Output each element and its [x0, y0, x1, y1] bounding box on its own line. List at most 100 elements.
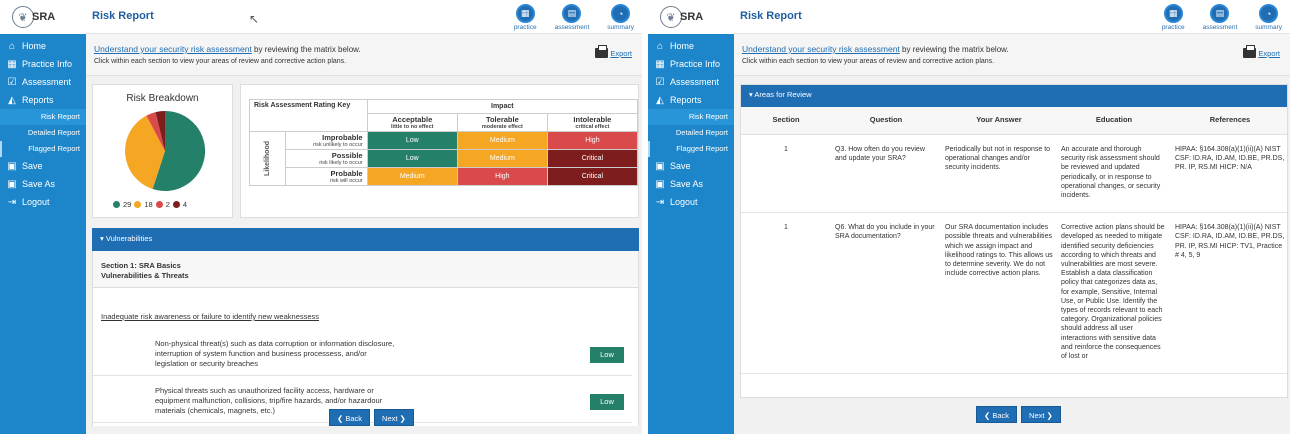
sidebar-item-home[interactable]: ⌂ Home: [648, 37, 734, 55]
left-window: ❦ SRA Risk Report ↖ ▦ practice ▤ assessm…: [0, 0, 642, 434]
top-bar: ❦ SRA Risk Report ↖ ▦ practice ▤ assessm…: [0, 0, 642, 34]
understand-assessment-link[interactable]: Understand your security risk assessment: [742, 44, 900, 54]
col-header-question: Question: [831, 107, 941, 135]
vulnerabilities-panel: Section 1: SRA Basics Vulnerabilities & …: [92, 251, 639, 426]
back-button[interactable]: ❮ Back: [976, 406, 1018, 423]
matrix-cell: High: [456, 167, 548, 186]
top-bar: ❦ SRA Risk Report ▦ practice ▤ assessmen…: [648, 0, 1290, 34]
sidebar-item-label: Practice Info: [22, 59, 73, 69]
sidebar-item-logout[interactable]: ⇥ Logout: [648, 193, 734, 211]
sidebar-item-practice-info[interactable]: ▦ Practice Info: [648, 55, 734, 73]
printer-icon: [1243, 45, 1257, 58]
col-header-education: Education: [1057, 107, 1171, 135]
sidebar-item-save[interactable]: ▣ Save: [0, 157, 86, 175]
sidebar-item-save-as[interactable]: ▣ Save As: [648, 175, 734, 193]
col-header-section: Section: [741, 107, 831, 135]
main-content: Understand your security risk assessment…: [86, 34, 642, 434]
sidebar-item-home[interactable]: ⌂ Home: [0, 37, 86, 55]
page-title: Risk Report: [740, 10, 802, 22]
nav-assessment[interactable]: ▤ assessment: [555, 4, 589, 31]
logout-icon: ⇥: [7, 196, 17, 208]
checklist-icon: ☑: [7, 76, 17, 88]
sidebar-item-reports[interactable]: ◭ Reports: [0, 91, 86, 109]
logo-box: ❦ SRA: [0, 0, 86, 34]
row-improbable: Improbable risk unlikely to occur: [285, 131, 368, 150]
building-icon: ▦: [515, 4, 535, 23]
row-possible: Possible risk likely to occur: [285, 149, 368, 168]
sidebar-item-label: Home: [670, 41, 695, 51]
sidebar-item-assessment[interactable]: ☑ Assessment: [648, 73, 734, 91]
nav-practice[interactable]: ▦ practice: [1162, 4, 1185, 31]
sra-logo[interactable]: ❦ SRA: [12, 6, 55, 28]
checklist-icon: ☑: [655, 76, 665, 88]
building-icon: ▦: [1163, 4, 1183, 23]
sidebar-item-logout[interactable]: ⇥ Logout: [0, 193, 86, 211]
vulnerability-title[interactable]: Inadequate risk awareness or failure to …: [93, 288, 638, 321]
next-button[interactable]: Next ❯: [374, 409, 414, 426]
chart-icon: ◭: [8, 94, 16, 106]
sidebar-item-label: Assessment: [22, 77, 72, 87]
sidebar-item-assessment[interactable]: ☑ Assessment: [0, 73, 86, 91]
mouse-cursor-icon: ↖: [249, 12, 260, 26]
nav-summary[interactable]: ◔ summary: [607, 4, 634, 31]
legend-dot-critical: [172, 201, 180, 208]
nav-assessment-label: assessment: [1202, 24, 1238, 31]
sidebar-item-label: Home: [22, 41, 47, 51]
sidebar-item-label: Save: [22, 161, 43, 171]
sidebar-subitem-flagged-report[interactable]: Flagged Report: [648, 141, 734, 157]
nav-practice-label: practice: [1161, 24, 1185, 31]
nav-summary-label: summary: [607, 24, 634, 31]
cell-section: 1: [741, 212, 831, 375]
logo-text: SRA: [32, 11, 56, 23]
hhs-seal-icon: ❦: [12, 6, 34, 28]
intro-line-tail: by reviewing the matrix below.: [251, 45, 361, 54]
threat-row: Non-physical threat(s) such as data corr…: [93, 329, 632, 376]
matrix-cell: Medium: [456, 149, 548, 168]
nav-assessment[interactable]: ▤ assessment: [1202, 4, 1238, 31]
table-row: 1 Q3. How often do you review and update…: [741, 134, 1287, 214]
threat-rating-button[interactable]: Low: [590, 394, 624, 410]
sidebar-item-label: Practice Info: [670, 59, 721, 69]
logout-icon: ⇥: [655, 196, 665, 208]
home-icon: ⌂: [656, 40, 664, 52]
sidebar-item-save-as[interactable]: ▣ Save As: [0, 175, 86, 193]
risk-breakdown-pie[interactable]: [93, 105, 234, 195]
col-name: Acceptable: [392, 115, 433, 124]
nav-summary[interactable]: ◔ summary: [1255, 4, 1282, 31]
impact-col-intolerable: Intolerable critical effect: [546, 113, 639, 132]
cell-question: Q6. What do you include in your SRA docu…: [831, 212, 941, 375]
sidebar-subitem-risk-report[interactable]: Risk Report: [648, 109, 734, 125]
floppy-icon: ▣: [655, 178, 665, 190]
legend-dot-medium: [134, 201, 142, 208]
nav-practice[interactable]: ▦ practice: [514, 4, 537, 31]
understand-assessment-link[interactable]: Understand your security risk assessment: [94, 44, 252, 54]
next-button[interactable]: Next ❯: [1021, 406, 1061, 423]
threat-rating-button[interactable]: Low: [590, 347, 624, 363]
sra-logo[interactable]: ❦ SRA: [660, 6, 703, 28]
page-title: Risk Report: [92, 10, 154, 22]
intro-instructions: Click within each section to view your a…: [742, 58, 995, 65]
sidebar-subitem-detailed-report[interactable]: Detailed Report: [648, 125, 734, 141]
sidebar-subitem-detailed-report[interactable]: Detailed Report: [0, 125, 86, 141]
sidebar-item-reports[interactable]: ◭ Reports: [648, 91, 734, 109]
cell-answer: Periodically but not in response to oper…: [941, 134, 1057, 214]
floppy-icon: ▣: [7, 160, 17, 172]
sidebar: ⌂ Home ▦ Practice Info ☑ Assessment ◭ Re…: [648, 34, 734, 434]
sidebar-subitem-flagged-report[interactable]: Flagged Report: [0, 141, 86, 157]
back-button[interactable]: ❮ Back: [329, 409, 371, 426]
cell-answer: Our SRA documentation includes possible …: [941, 212, 1057, 375]
matrix-cell: Low: [366, 149, 458, 168]
vulnerabilities-toggle[interactable]: ▾ Vulnerabilities: [92, 228, 639, 251]
table-row: 1 Q6. What do you include in your SRA do…: [741, 212, 1287, 375]
sidebar-item-save[interactable]: ▣ Save: [648, 157, 734, 175]
sidebar-item-label: Reports: [22, 95, 54, 105]
export-button[interactable]: Export: [595, 45, 632, 58]
export-button[interactable]: Export: [1243, 45, 1280, 58]
nav-practice-label: practice: [513, 24, 537, 31]
section-title: Section 1: SRA Basics: [101, 261, 181, 270]
sidebar-subitem-risk-report[interactable]: Risk Report: [0, 109, 86, 125]
areas-for-review-toggle[interactable]: ▾ Areas for Review: [741, 85, 1287, 107]
sidebar-item-label: Logout: [670, 197, 698, 207]
sidebar-item-practice-info[interactable]: ▦ Practice Info: [0, 55, 86, 73]
matrix-cell: Critical: [546, 149, 639, 168]
